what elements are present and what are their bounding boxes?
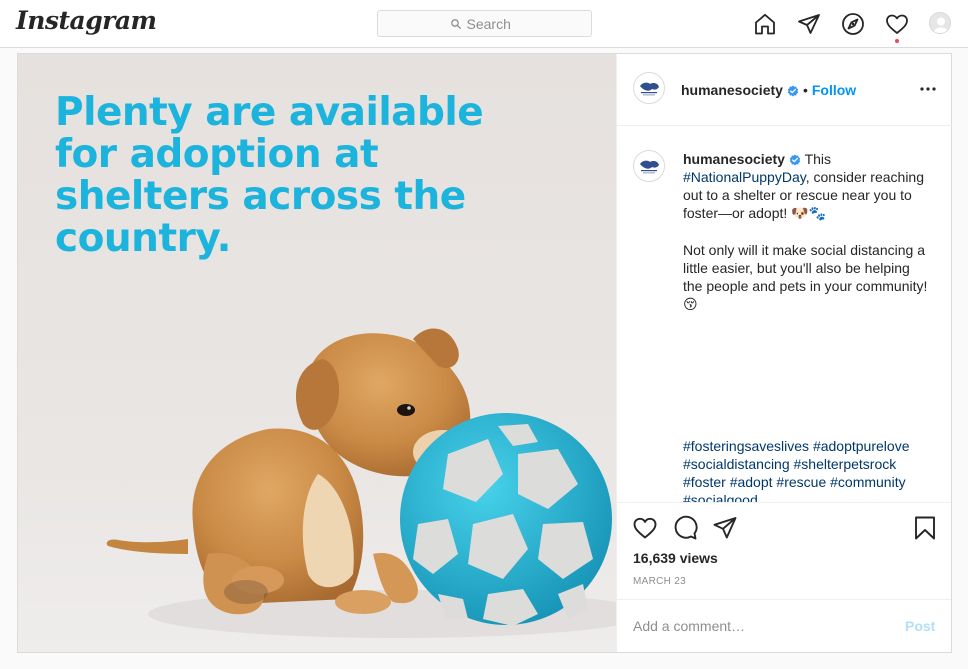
hashtag-link[interactable]: #shelterpetsrock bbox=[794, 456, 897, 472]
caption-text: humanesociety This #NationalPuppyDay, co… bbox=[683, 150, 933, 314]
header-username[interactable]: humanesociety bbox=[681, 82, 783, 98]
share-icon[interactable] bbox=[712, 515, 738, 541]
comment-icon[interactable] bbox=[672, 515, 698, 541]
instagram-logo[interactable]: Instagram bbox=[16, 6, 157, 35]
follow-button[interactable]: Follow bbox=[812, 82, 856, 98]
post-comment-button[interactable]: Post bbox=[905, 618, 935, 634]
post-image[interactable]: Plenty are available for adoption at she… bbox=[18, 54, 616, 652]
separator-dot: • bbox=[802, 82, 808, 98]
verified-badge-icon bbox=[789, 154, 801, 166]
verified-badge-icon bbox=[787, 85, 799, 97]
default-user-icon bbox=[933, 17, 949, 33]
more-options-icon[interactable] bbox=[917, 80, 939, 98]
comment-bar: Post bbox=[617, 599, 951, 653]
hashtag-link[interactable]: #community bbox=[830, 474, 905, 490]
kissing-face-emoji: 😚 bbox=[683, 297, 698, 313]
caption-paragraph-2: Not only will it make social distancing … bbox=[683, 241, 933, 314]
hashtag-link[interactable]: #adopt bbox=[730, 474, 773, 490]
hashtag-link[interactable]: #rescue bbox=[776, 474, 826, 490]
caption-author-avatar[interactable] bbox=[633, 150, 665, 182]
hashtag-link[interactable]: #socialdistancing bbox=[683, 456, 790, 472]
save-bookmark-icon[interactable] bbox=[912, 515, 938, 541]
search-input[interactable] bbox=[466, 15, 519, 32]
caption-paragraph-1: humanesociety This #NationalPuppyDay, co… bbox=[683, 150, 933, 223]
explore-compass-icon[interactable] bbox=[841, 12, 865, 36]
top-navigation-bar: Instagram bbox=[0, 0, 968, 48]
caption-username[interactable]: humanesociety bbox=[683, 151, 785, 167]
author-avatar[interactable] bbox=[633, 72, 665, 104]
humane-society-logo bbox=[640, 82, 659, 96]
caption-intro: This bbox=[800, 151, 832, 167]
caption-area: humanesociety This #NationalPuppyDay, co… bbox=[617, 126, 951, 502]
like-heart-icon[interactable] bbox=[632, 515, 658, 541]
search-icon bbox=[450, 18, 461, 29]
header-user-line: humanesociety • Follow bbox=[681, 82, 856, 98]
profile-avatar[interactable] bbox=[929, 12, 951, 34]
hashtag-link[interactable]: #foster bbox=[683, 474, 726, 490]
caption-body-2: Not only will it make social distancing … bbox=[683, 242, 928, 294]
notification-dot bbox=[895, 39, 899, 43]
hashtag-link[interactable]: #adoptpurelove bbox=[813, 438, 910, 454]
view-count[interactable]: 16,639 views bbox=[633, 550, 718, 566]
hashtag-link[interactable]: #NationalPuppyDay bbox=[683, 169, 806, 185]
post-header: humanesociety • Follow bbox=[617, 54, 952, 126]
post-card: Plenty are available for adoption at she… bbox=[17, 53, 952, 653]
hashtag-link[interactable]: #socialgood bbox=[683, 492, 758, 502]
post-side-panel: humanesociety • Follow humanesociety Thi… bbox=[616, 54, 952, 652]
post-date[interactable]: MARCH 23 bbox=[633, 576, 686, 587]
hashtag-link[interactable]: #fosteringsaveslives bbox=[683, 438, 809, 454]
post-actions: 16,639 views MARCH 23 Post bbox=[617, 502, 951, 652]
toy-ball bbox=[400, 413, 612, 626]
activity-heart-icon[interactable] bbox=[885, 12, 909, 36]
hashtag-list: #fosteringsaveslives #adoptpurelove #soc… bbox=[683, 437, 933, 502]
search-box[interactable] bbox=[377, 10, 592, 37]
comment-input[interactable] bbox=[633, 616, 883, 636]
puppy-paws-emoji: 🐶🐾 bbox=[791, 206, 827, 222]
direct-message-icon[interactable] bbox=[797, 12, 821, 36]
home-icon[interactable] bbox=[753, 12, 777, 36]
humane-society-logo bbox=[640, 160, 659, 174]
image-headline: Plenty are available for adoption at she… bbox=[55, 90, 484, 261]
